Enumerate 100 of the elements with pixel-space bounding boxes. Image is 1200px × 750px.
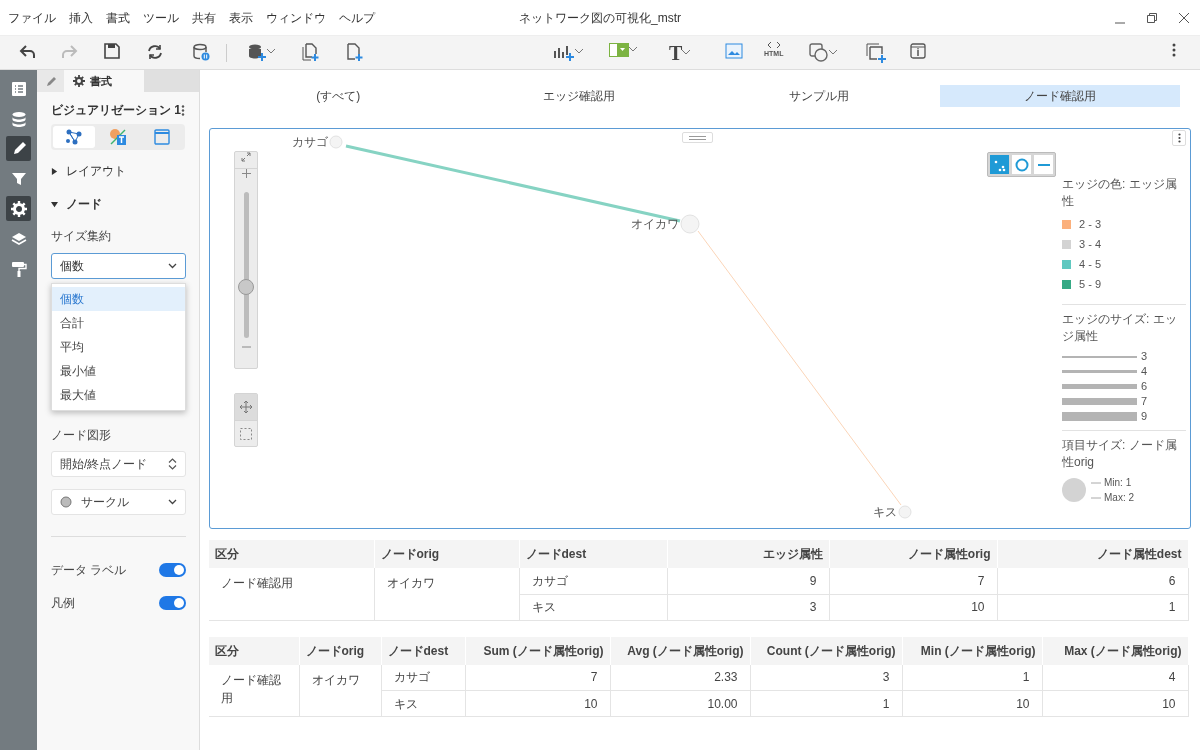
legend-label: 9 [1141,409,1148,425]
layers-icon [10,230,27,247]
new-page-icon[interactable] [346,43,364,61]
more-icon [1177,133,1181,143]
line-legend-button[interactable] [1034,155,1053,174]
column-header: ノードdest [381,636,465,665]
table-cell: 1 [750,690,902,717]
expand-icon[interactable] [241,152,251,162]
legend-title: エッジの色: エッジ属性 [1062,176,1178,210]
window-title: ネットワーク図の可視化_mstr [518,9,682,27]
caret-icon[interactable] [682,50,693,56]
toggle-switch[interactable] [159,563,186,577]
dropdown-option[interactable]: 最大値 [52,383,185,407]
field-label: ノード図形 [51,427,112,444]
node-circle[interactable] [898,505,912,519]
dropdown-option[interactable]: 最小値 [52,359,185,383]
section-header[interactable]: ノード [51,195,185,213]
triangle-right-icon [51,167,58,175]
dropdown-option[interactable]: 個数 [52,287,185,311]
toggle-label: データ ラベル [51,562,127,579]
add-chart-icon[interactable] [553,43,575,61]
section-header[interactable]: レイアウト [51,162,185,180]
network-mode-button[interactable] [53,126,95,148]
table-cell: 7 [829,568,997,594]
save-icon[interactable] [104,43,120,59]
more-button[interactable] [1172,130,1186,146]
slider-thumb[interactable] [238,278,254,295]
close-icon[interactable] [1178,11,1190,24]
table-cell: 3 [667,594,829,620]
menu-item[interactable]: 共有 [192,8,216,27]
drag-handle[interactable] [682,132,713,143]
node-label: オイカワ [631,217,679,231]
menu-item[interactable]: 表示 [229,8,253,27]
circle-select[interactable]: サークル [51,489,186,515]
caret-icon[interactable] [829,50,839,56]
list-icon [10,80,27,97]
menu-item[interactable]: 書式 [106,8,130,27]
node-circle[interactable] [680,214,700,234]
dropdown-option[interactable]: 合計 [52,311,185,335]
edit-tab[interactable] [37,70,64,92]
filter-widget-icon[interactable] [609,43,629,57]
more-icon[interactable] [181,104,185,116]
text-tool-icon[interactable]: T [669,43,683,63]
menu-item[interactable]: 挿入 [69,8,93,27]
text-label-icon [109,128,127,146]
column-header: Avg (ノード属性orig) [610,636,750,665]
table-cell: 4 [1042,664,1188,691]
info-icon[interactable] [910,43,926,59]
pencil-button[interactable] [6,136,31,161]
column-header: ノードorig [374,540,519,568]
menu-item[interactable]: ウィンドウ [266,8,326,27]
node-label: キス [873,505,897,519]
move-arrows-icon [240,401,252,413]
column-header: ノードorig [299,636,381,665]
format-tab[interactable]: 書式 [64,70,144,92]
circle-icon [60,496,72,508]
table-cell: キス [381,690,465,717]
sheet-tab[interactable]: (すべて) [218,85,459,107]
sheet-tab[interactable]: ノード確認用 [939,85,1180,107]
menu-item[interactable]: ヘルプ [339,8,375,27]
node-shape-select[interactable]: 開始/終点ノード [51,451,186,477]
table-cell: オイカワ [299,664,381,717]
dropdown-option[interactable]: 平均 [52,335,185,359]
circle-icon [1013,156,1030,173]
menu-item[interactable]: ファイル [8,8,56,27]
table-cell: キス [519,594,667,620]
pan-tool-button[interactable] [235,394,257,420]
add-panel-icon[interactable] [866,43,886,63]
table-cell: 1 [902,664,1042,691]
more-icon[interactable] [1172,43,1176,57]
column-header: Max (ノード属性orig) [1042,636,1188,665]
window-frame-icon [153,128,171,146]
legend-label: Max: 2 [1104,491,1134,505]
add-dataset-icon[interactable] [247,43,267,61]
caret-icon[interactable] [575,49,585,55]
image-icon[interactable] [725,43,743,59]
dots-legend-button[interactable] [990,155,1009,174]
pencil-icon [44,75,57,87]
sheet-tab[interactable]: エッジ確認用 [458,85,699,107]
node-circle[interactable] [329,135,343,149]
duplicate-page-icon[interactable] [302,43,320,61]
node-label: カサゴ [292,135,328,149]
restore-icon[interactable] [1146,11,1158,24]
paint-roller-icon [10,260,27,277]
undo-icon[interactable] [18,43,36,61]
refresh-icon[interactable] [146,43,164,61]
sheet-tab[interactable]: サンプル用 [699,85,940,107]
zoom-in-icon[interactable] [241,169,251,178]
settings-button[interactable] [6,196,31,221]
caret-icon[interactable] [267,49,277,55]
circle-legend-button[interactable] [1012,155,1031,174]
legend-label: 5 - 9 [1079,276,1101,292]
database-pause-icon[interactable] [192,43,210,61]
size-select[interactable]: 個数 [51,253,186,279]
caret-icon[interactable] [629,47,639,53]
toggle-switch[interactable] [159,596,186,610]
menu-item[interactable]: ツール [143,8,179,27]
legend-title: 項目サイズ: ノード属性orig [1062,437,1178,471]
shapes-icon[interactable] [809,43,829,63]
table-cell: 7 [465,664,610,691]
